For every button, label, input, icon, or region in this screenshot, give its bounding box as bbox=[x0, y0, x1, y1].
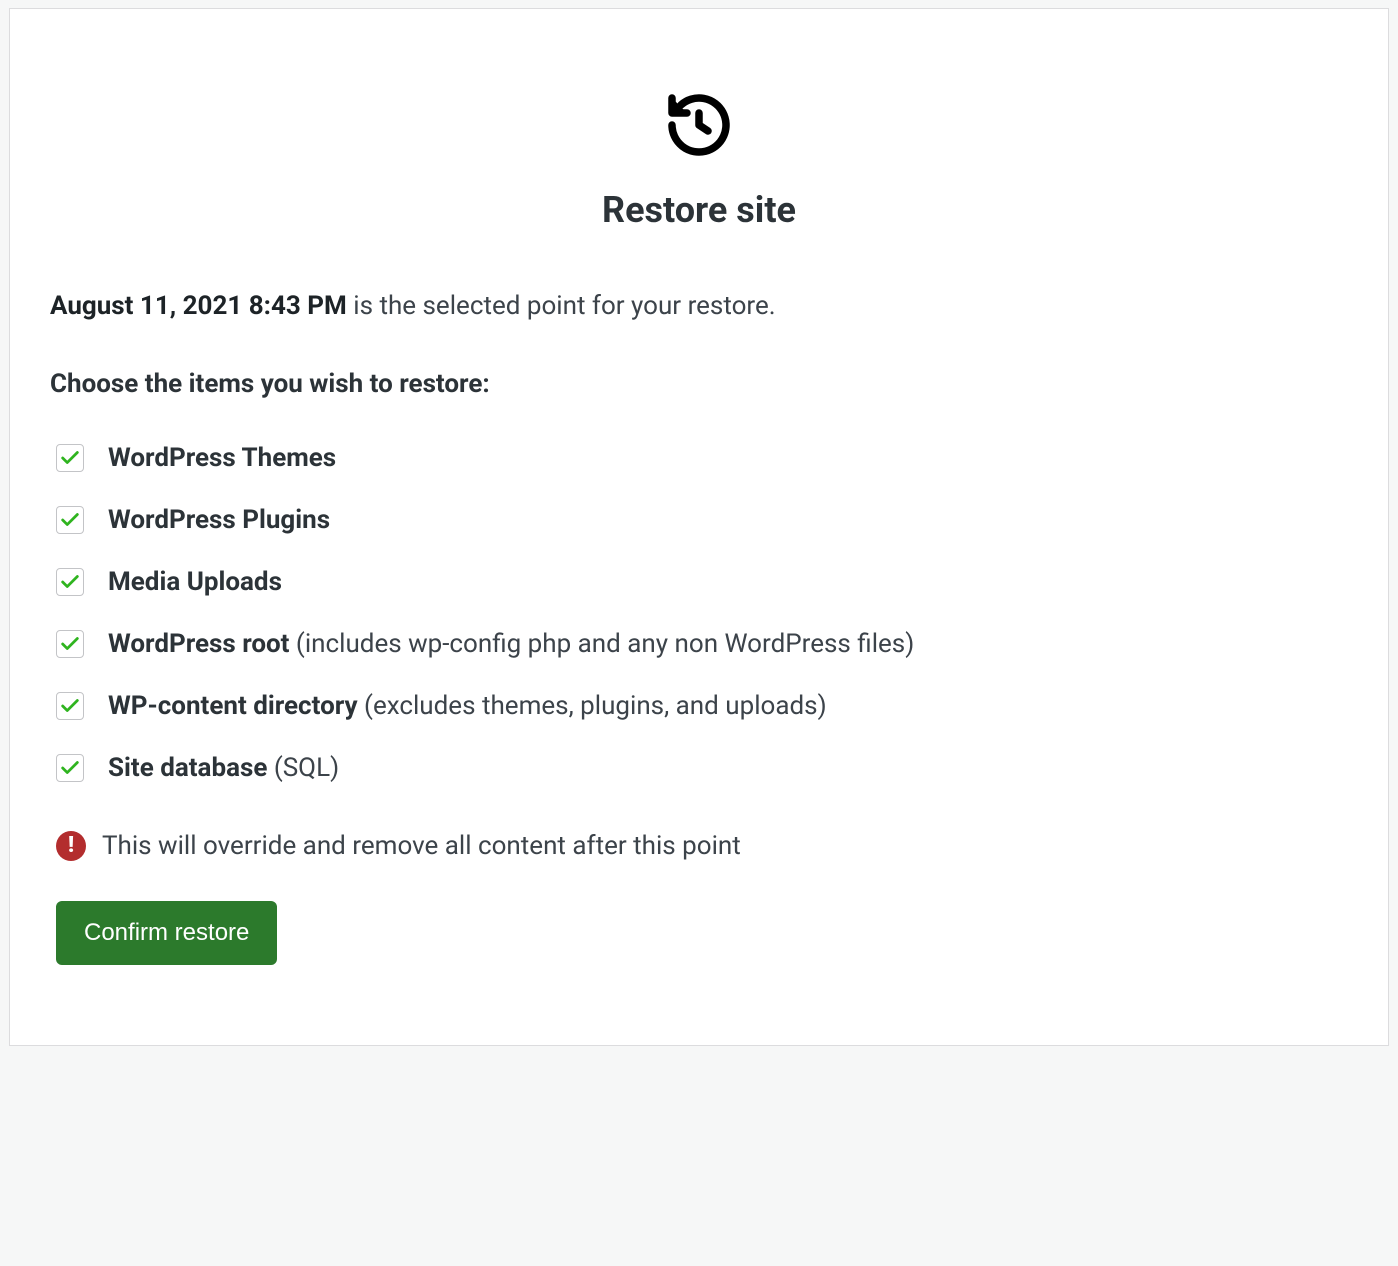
restore-item-wp-content: WP-content directory (excludes themes, p… bbox=[50, 675, 1348, 737]
page-title: Restore site bbox=[50, 189, 1348, 231]
restore-item-label: WordPress Themes bbox=[108, 443, 336, 473]
restore-item-label: WordPress root (includes wp-config php a… bbox=[108, 629, 914, 659]
restore-items-list: WordPress Themes WordPress Plugins Media… bbox=[50, 427, 1348, 799]
choose-items-label: Choose the items you wish to restore: bbox=[50, 369, 1348, 399]
card-header: Restore site bbox=[50, 89, 1348, 231]
warning-row: ! This will override and remove all cont… bbox=[50, 827, 1348, 865]
restore-point-text: August 11, 2021 8:43 PM is the selected … bbox=[50, 291, 1348, 321]
warning-text: This will override and remove all conten… bbox=[102, 831, 741, 861]
restore-item-themes: WordPress Themes bbox=[50, 427, 1348, 489]
restore-item-uploads: Media Uploads bbox=[50, 551, 1348, 613]
history-icon bbox=[663, 146, 735, 165]
restore-item-label: WordPress Plugins bbox=[108, 505, 330, 535]
restore-item-database: Site database (SQL) bbox=[50, 737, 1348, 799]
checkbox-themes[interactable] bbox=[56, 444, 84, 472]
checkbox-database[interactable] bbox=[56, 754, 84, 782]
checkbox-plugins[interactable] bbox=[56, 506, 84, 534]
restore-item-label: Media Uploads bbox=[108, 567, 282, 597]
restore-item-root: WordPress root (includes wp-config php a… bbox=[50, 613, 1348, 675]
restore-item-label: Site database (SQL) bbox=[108, 753, 339, 783]
checkbox-uploads[interactable] bbox=[56, 568, 84, 596]
restore-point-timestamp: August 11, 2021 8:43 PM bbox=[50, 291, 347, 321]
restore-point-suffix: is the selected point for your restore. bbox=[347, 291, 776, 321]
checkbox-root[interactable] bbox=[56, 630, 84, 658]
confirm-restore-button[interactable]: Confirm restore bbox=[56, 901, 277, 965]
restore-site-card: Restore site August 11, 2021 8:43 PM is … bbox=[9, 8, 1389, 1046]
restore-item-label: WP-content directory (excludes themes, p… bbox=[108, 691, 827, 721]
checkbox-wp-content[interactable] bbox=[56, 692, 84, 720]
restore-item-plugins: WordPress Plugins bbox=[50, 489, 1348, 551]
warning-icon: ! bbox=[56, 831, 86, 861]
